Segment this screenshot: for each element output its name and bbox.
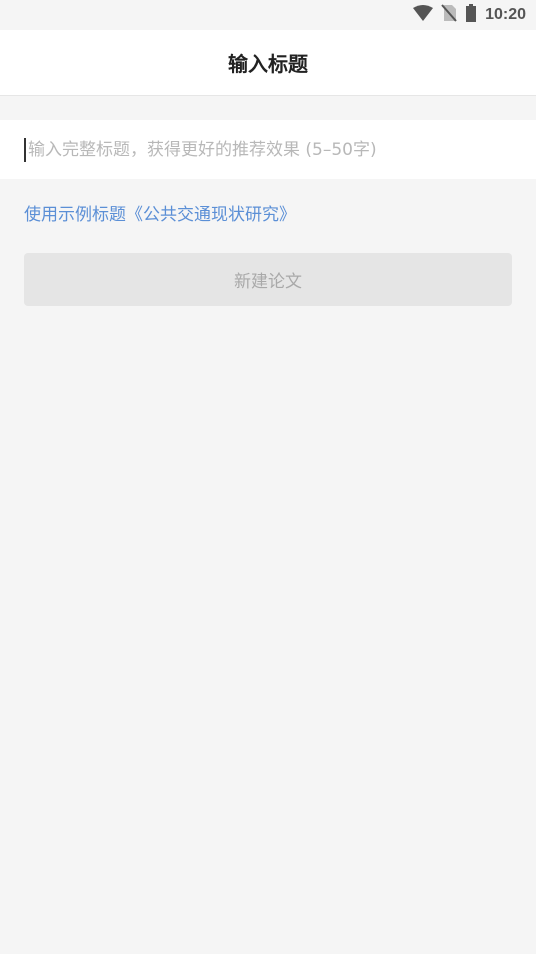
create-paper-button[interactable]: 新建论文 (24, 253, 512, 306)
title-input[interactable] (24, 137, 524, 162)
title-input-row (0, 120, 536, 179)
page-header: 输入标题 (0, 30, 536, 96)
status-time: 10:20 (485, 6, 526, 23)
status-bar: 10:20 (0, 0, 536, 30)
example-title-link[interactable]: 使用示例标题《公共交通现状研究》 (24, 200, 296, 225)
wifi-icon (413, 5, 434, 25)
page-title: 输入标题 (228, 52, 308, 76)
no-sim-icon (441, 4, 457, 26)
battery-icon (465, 4, 477, 26)
